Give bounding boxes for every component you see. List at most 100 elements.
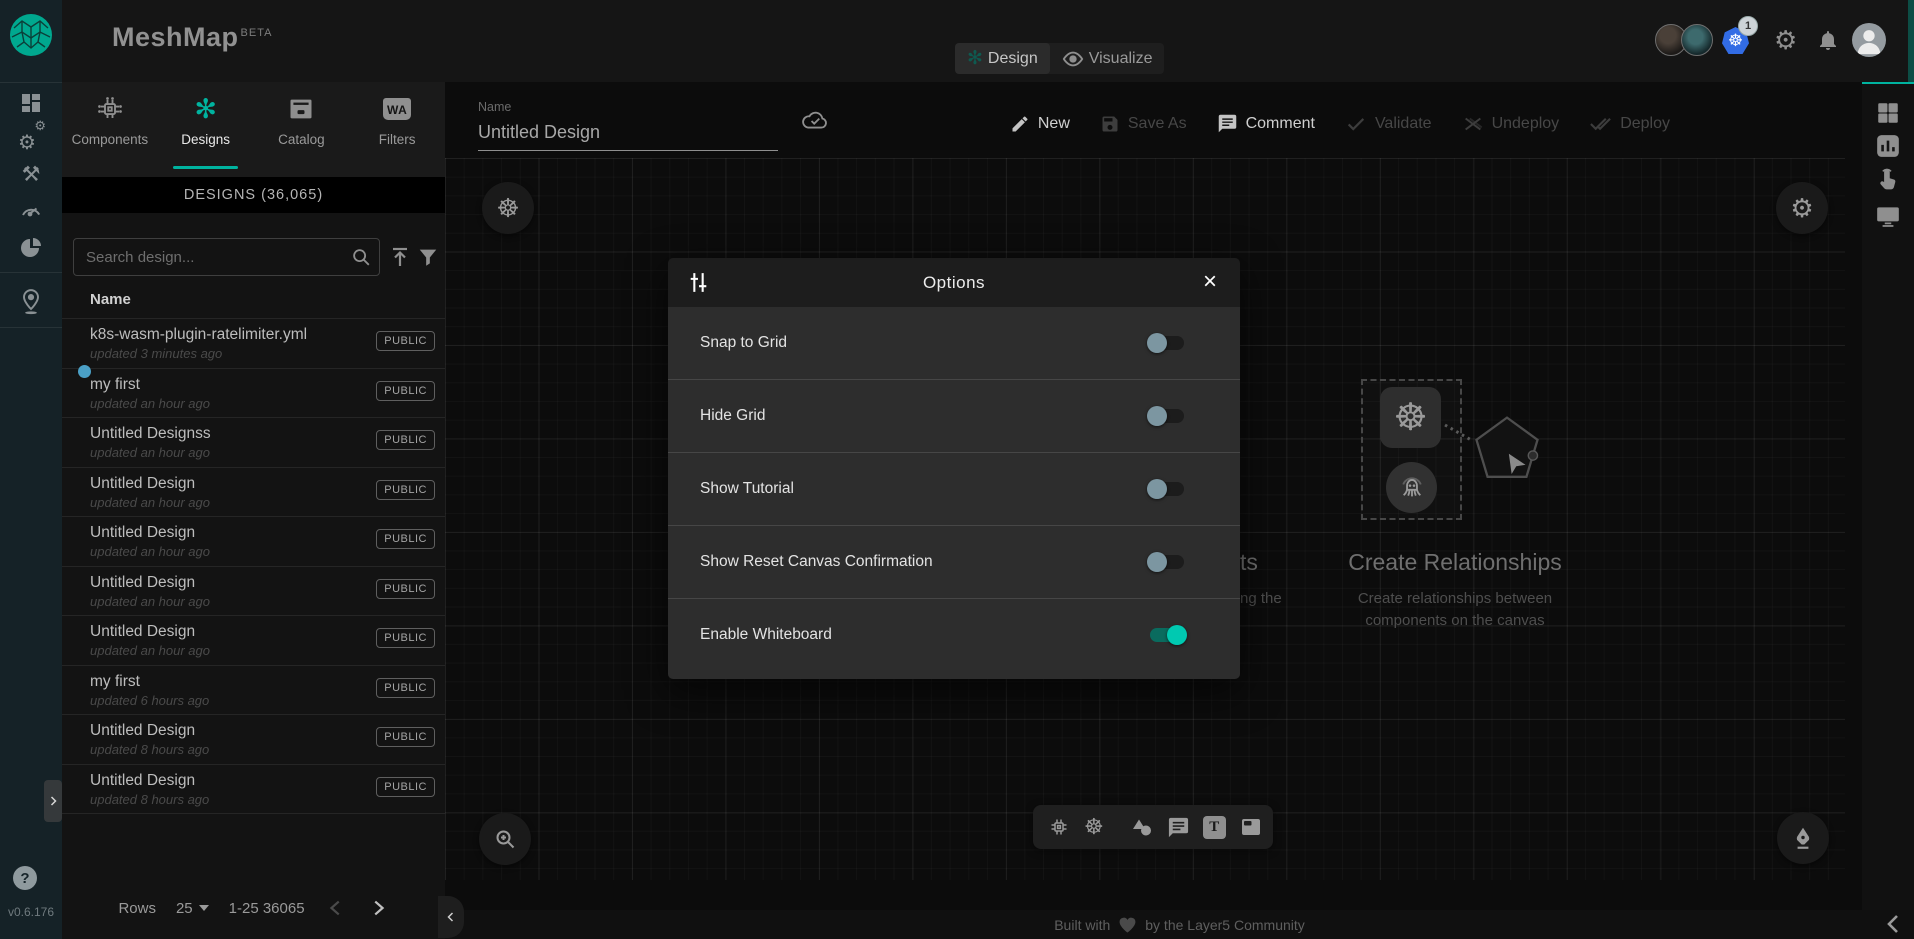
filter-funnel-icon[interactable]	[417, 246, 439, 268]
visibility-badge: PUBLIC	[376, 678, 435, 698]
designs-panel: Components ✻ Designs Catalog WA Filters …	[62, 82, 445, 939]
design-list-item[interactable]: Untitled Design updated an hour ago PUBL…	[62, 615, 445, 665]
collaborator-avatar[interactable]	[1681, 24, 1713, 56]
design-list-item[interactable]: k8s-wasm-plugin-ratelimiter.yml updated …	[62, 318, 445, 368]
sidebar-item-extensions[interactable]	[0, 231, 62, 265]
layer5-logo[interactable]	[9, 13, 53, 57]
sidebar-item-performance[interactable]	[0, 193, 62, 227]
touch-interaction-icon[interactable]	[1875, 166, 1901, 192]
visibility-badge: PUBLIC	[376, 480, 435, 500]
onboarding-description: Create relationships between components …	[1275, 588, 1635, 632]
footer-text-prefix: Built with	[1054, 917, 1110, 933]
design-name: Untitled Designss	[90, 425, 211, 443]
pentagon-shape	[1470, 412, 1544, 488]
text-tool-icon[interactable]: T	[1203, 815, 1226, 839]
whiteboard-pen-button[interactable]	[1777, 812, 1829, 864]
panel-tabs: Components ✻ Designs Catalog WA Filters	[62, 82, 445, 177]
kubernetes-icon[interactable]: ☸	[1084, 815, 1104, 839]
app-title: MeshMapBETA	[112, 22, 272, 53]
design-list-item[interactable]: Untitled Design updated an hour ago PUBL…	[62, 566, 445, 616]
design-list-item[interactable]: Untitled Design updated 8 hours ago PUBL…	[62, 764, 445, 814]
design-name-input[interactable]	[478, 118, 778, 151]
tab-designs[interactable]: ✻ Designs	[158, 82, 254, 177]
deploy-button[interactable]: Deploy	[1589, 112, 1670, 135]
toggle-switch[interactable]	[1150, 409, 1184, 423]
beta-tag: BETA	[241, 27, 273, 39]
toggle-switch[interactable]	[1150, 555, 1184, 569]
design-list: k8s-wasm-plugin-ratelimiter.yml updated …	[62, 318, 445, 813]
modal-body: Snap to Grid Hide Grid Show Tutorial	[668, 307, 1240, 679]
upload-design-icon[interactable]	[388, 245, 412, 269]
rows-per-page-select[interactable]: 25	[176, 900, 209, 917]
undeploy-button[interactable]: Undeploy	[1462, 113, 1560, 135]
validate-button[interactable]: Validate	[1345, 113, 1432, 135]
chevron-down-icon	[199, 905, 209, 911]
components-chip-icon[interactable]	[1047, 815, 1071, 839]
design-updated: updated an hour ago	[90, 396, 210, 411]
occluded-card-desc-fragment: ng the	[1240, 590, 1282, 607]
option-label: Enable Whiteboard	[700, 626, 832, 644]
design-name: Untitled Design	[90, 475, 195, 493]
media-tool-icon[interactable]	[1239, 815, 1263, 839]
right-drawer-collapse-icon[interactable]	[1882, 912, 1906, 936]
tab-visualize[interactable]: Visualize	[1050, 43, 1165, 74]
help-button[interactable]: ?	[13, 866, 37, 890]
design-name: Untitled Design	[90, 524, 195, 542]
notifications-bell-icon[interactable]	[1816, 28, 1840, 52]
right-drawer-accent	[1908, 0, 1914, 82]
new-button[interactable]: New	[1010, 114, 1070, 134]
canvas-options-button[interactable]: ⚙	[1776, 182, 1828, 234]
design-updated: updated 8 hours ago	[90, 742, 209, 757]
floppy-save-icon	[1100, 114, 1120, 134]
comment-icon	[1217, 113, 1238, 134]
visibility-badge: PUBLIC	[376, 430, 435, 450]
display-monitor-icon[interactable]	[1875, 203, 1901, 229]
sidebar-item-configuration[interactable]: ⚒	[0, 157, 62, 191]
sidebar-item-dashboard[interactable]	[0, 86, 62, 120]
close-icon[interactable]: ×	[1194, 266, 1226, 298]
context-count-badge: 1	[1738, 16, 1758, 36]
next-page-button[interactable]	[367, 897, 389, 919]
design-list-item[interactable]: my first updated an hour ago PUBLIC	[62, 368, 445, 418]
design-list-item[interactable]: my first updated 6 hours ago PUBLIC	[62, 665, 445, 715]
previous-page-button[interactable]	[325, 897, 347, 919]
design-name: Untitled Design	[90, 623, 195, 641]
design-list-item[interactable]: Untitled Designss updated an hour ago PU…	[62, 417, 445, 467]
visibility-badge: PUBLIC	[376, 529, 435, 549]
design-name: k8s-wasm-plugin-ratelimiter.yml	[90, 326, 307, 344]
design-list-item[interactable]: Untitled Design updated 8 hours ago PUBL…	[62, 714, 445, 764]
comment-button[interactable]: Comment	[1217, 113, 1315, 134]
design-list-item[interactable]: Untitled Design updated an hour ago PUBL…	[62, 516, 445, 566]
sidebar-item-lifecycle[interactable]: ⚙⚙	[0, 121, 62, 155]
toggle-switch[interactable]	[1150, 482, 1184, 496]
search-input[interactable]	[73, 238, 380, 276]
toggle-knob	[1147, 552, 1167, 572]
design-canvas[interactable]: Name New Save As Comment	[445, 82, 1862, 910]
divider	[62, 813, 445, 814]
settings-gear-icon[interactable]: ⚙	[1774, 25, 1797, 56]
design-name: Untitled Design	[90, 722, 195, 740]
tab-filters[interactable]: WA Filters	[349, 82, 445, 177]
kubernetes-canvas-button[interactable]: ☸	[482, 182, 534, 234]
comment-tool-icon[interactable]	[1167, 815, 1190, 839]
rail-expand-button[interactable]	[44, 780, 62, 822]
tab-components[interactable]: Components	[62, 82, 158, 177]
tab-catalog[interactable]: Catalog	[254, 82, 350, 177]
app-header: MeshMapBETA ✻ Design Visualize ☸ 1 ⚙	[62, 0, 1914, 82]
option-row: Show Tutorial	[668, 453, 1240, 526]
shapes-tool-icon[interactable]	[1130, 815, 1154, 839]
design-updated: updated 6 hours ago	[90, 693, 209, 708]
zoom-in-button[interactable]	[479, 813, 531, 865]
user-avatar[interactable]	[1852, 23, 1886, 57]
components-grid-icon[interactable]	[1875, 100, 1901, 126]
panel-collapse-button[interactable]	[438, 896, 464, 938]
analytics-chart-icon[interactable]	[1875, 133, 1901, 159]
save-as-button[interactable]: Save As	[1100, 114, 1187, 134]
design-name-field: Name	[478, 100, 778, 151]
tab-design[interactable]: ✻ Design	[955, 43, 1050, 74]
design-list-item[interactable]: Untitled Design updated an hour ago PUBL…	[62, 467, 445, 517]
toggle-switch[interactable]	[1150, 336, 1184, 350]
footer-text-suffix: by the Layer5 Community	[1145, 917, 1305, 933]
sidebar-item-meshmap[interactable]	[0, 285, 62, 319]
toggle-switch[interactable]	[1150, 628, 1184, 642]
